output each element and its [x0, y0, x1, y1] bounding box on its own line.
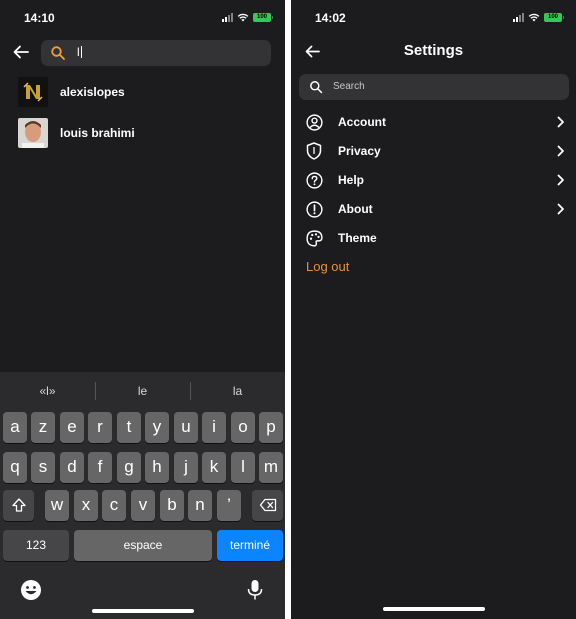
- emoji-icon[interactable]: [19, 578, 43, 602]
- home-indicator[interactable]: [92, 609, 194, 613]
- account-icon: [305, 113, 323, 131]
- key-m[interactable]: m: [259, 452, 283, 483]
- status-time: 14:10: [24, 11, 55, 25]
- key-b[interactable]: b: [160, 490, 184, 521]
- status-bar: 14:02 100: [291, 0, 576, 32]
- key-z[interactable]: z: [31, 412, 55, 443]
- menu-item-label: Account: [338, 115, 386, 129]
- search-placeholder: Search: [333, 81, 365, 92]
- search-icon: [51, 46, 65, 60]
- key-y[interactable]: y: [145, 412, 169, 443]
- key-x[interactable]: x: [74, 490, 98, 521]
- page-title: Settings: [403, 42, 464, 59]
- search-input[interactable]: l: [41, 40, 271, 66]
- wifi-icon: [528, 13, 540, 21]
- about-icon: [305, 200, 323, 218]
- key-l[interactable]: l: [231, 452, 255, 483]
- key-s[interactable]: s: [31, 452, 55, 483]
- palette-icon: [305, 229, 323, 247]
- status-time: 14:02: [315, 11, 346, 25]
- space-key[interactable]: espace: [74, 530, 212, 561]
- status-icons: 100: [222, 11, 273, 23]
- menu-item-account[interactable]: Account: [305, 110, 567, 134]
- photo-avatar: [18, 118, 48, 148]
- key-f[interactable]: f: [88, 452, 112, 483]
- chevron-right-icon: [555, 145, 567, 157]
- chevron-right-icon: [555, 174, 567, 186]
- status-bar: 14:10 100: [0, 0, 285, 32]
- done-key[interactable]: terminé: [217, 530, 283, 561]
- key-t[interactable]: t: [117, 412, 141, 443]
- result-username: louis brahimi: [60, 126, 135, 140]
- result-row-louis-brahimi[interactable]: louis brahimi: [18, 118, 135, 148]
- key-r[interactable]: r: [88, 412, 112, 443]
- key-k[interactable]: k: [202, 452, 226, 483]
- menu-item-theme[interactable]: Theme: [305, 226, 567, 250]
- menu-item-help[interactable]: Help: [305, 168, 567, 192]
- shift-key[interactable]: [3, 490, 34, 521]
- logout-button[interactable]: Log out: [306, 259, 349, 274]
- key-v[interactable]: v: [131, 490, 155, 521]
- key-q[interactable]: q: [3, 452, 27, 483]
- key-e[interactable]: e: [60, 412, 84, 443]
- status-icons: 100: [513, 11, 564, 23]
- search-input[interactable]: Search: [299, 74, 569, 100]
- key-d[interactable]: d: [60, 452, 84, 483]
- wifi-icon: [237, 13, 249, 21]
- suggestion-item[interactable]: le: [95, 372, 190, 410]
- battery-icon: 100: [544, 12, 564, 22]
- key-c[interactable]: c: [102, 490, 126, 521]
- back-arrow-icon[interactable]: [10, 41, 32, 63]
- battery-icon: 100: [253, 12, 273, 22]
- key-a[interactable]: a: [3, 412, 27, 443]
- microphone-icon[interactable]: [243, 578, 267, 602]
- chevron-right-icon: [555, 116, 567, 128]
- menu-item-label: Help: [338, 173, 365, 187]
- chevron-right-icon: [555, 203, 567, 215]
- home-indicator[interactable]: [383, 607, 485, 611]
- key-j[interactable]: j: [174, 452, 198, 483]
- logo-avatar: [18, 77, 48, 107]
- key-h[interactable]: h: [145, 452, 169, 483]
- key-apostrophe[interactable]: ’: [217, 490, 241, 521]
- result-row-alexislopes[interactable]: alexislopes: [18, 77, 125, 107]
- key-p[interactable]: p: [259, 412, 283, 443]
- key-n[interactable]: n: [188, 490, 212, 521]
- key-i[interactable]: i: [202, 412, 226, 443]
- key-o[interactable]: o: [231, 412, 255, 443]
- search-icon: [310, 81, 323, 94]
- suggestion-item[interactable]: la: [190, 372, 285, 410]
- settings-screen: 14:02 100 Settings Search Account Privac…: [291, 0, 576, 619]
- text-cursor: [80, 46, 82, 58]
- key-g[interactable]: g: [117, 452, 141, 483]
- backspace-icon: [259, 498, 276, 512]
- menu-item-label: About: [338, 202, 373, 216]
- privacy-shield-icon: [305, 142, 323, 160]
- keyboard-suggestions: «l» le la: [0, 372, 285, 410]
- keyboard: «l» le la a z e r t y u i o p q s d f g …: [0, 372, 285, 619]
- cellular-signal-icon: [222, 12, 233, 22]
- key-w[interactable]: w: [45, 490, 69, 521]
- suggestion-item[interactable]: «l»: [0, 372, 95, 410]
- key-u[interactable]: u: [174, 412, 198, 443]
- numbers-key[interactable]: 123: [3, 530, 69, 561]
- menu-item-label: Privacy: [338, 144, 381, 158]
- backspace-key[interactable]: [252, 490, 283, 521]
- search-input-value: l: [77, 45, 82, 59]
- menu-item-about[interactable]: About: [305, 197, 567, 221]
- menu-item-privacy[interactable]: Privacy: [305, 139, 567, 163]
- shift-icon: [11, 498, 26, 512]
- search-screen: 14:10 100 l alexislopes louis brahimi «l…: [0, 0, 285, 619]
- help-icon: [305, 171, 323, 189]
- cellular-signal-icon: [513, 12, 524, 22]
- result-username: alexislopes: [60, 85, 125, 99]
- menu-item-label: Theme: [338, 231, 377, 245]
